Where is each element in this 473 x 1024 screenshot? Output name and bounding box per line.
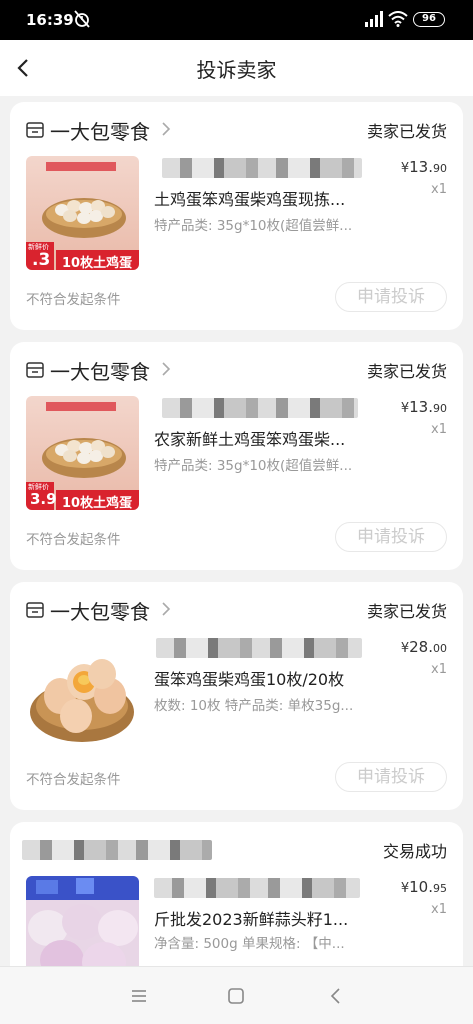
redacted-text	[156, 638, 362, 658]
complaint-condition: 不符合发起条件	[26, 292, 121, 308]
product-price: ¥13.90	[400, 158, 447, 176]
complaint-condition: 不符合发起条件	[26, 772, 121, 788]
order-status: 交易成功	[382, 842, 447, 861]
wifi-icon	[388, 11, 408, 27]
thumb-price: .3	[32, 250, 51, 270]
chevron-right-icon[interactable]	[160, 600, 172, 618]
order-card[interactable]: 一大包零食 卖家已发货 新鲜价 3.9 10枚土鸡蛋 农家新鲜土鸡蛋笨鸡蛋柴..…	[10, 342, 463, 570]
product-thumbnail[interactable]: 新鲜价 3.9 10枚土鸡蛋	[26, 396, 139, 510]
status-time: 16:39	[26, 11, 74, 29]
product-name[interactable]: 蛋笨鸡蛋柴鸡蛋10枚/20枚	[154, 666, 344, 690]
redacted-text	[162, 398, 358, 418]
product-spec: 特产品类: 35g*10枚(超值尝鲜...	[154, 218, 353, 234]
garlic-image	[26, 876, 139, 966]
product-price: ¥13.90	[400, 398, 447, 416]
order-card[interactable]: 交易成功 斤批发2023新鲜蒜头籽1... 净含量: 500g 单果规格: 【中…	[10, 822, 463, 966]
shop-name[interactable]: 一大包零食	[50, 596, 150, 625]
product-thumbnail[interactable]	[26, 636, 139, 750]
system-nav-bar	[0, 966, 473, 1024]
shop-name[interactable]: 一大包零食	[50, 116, 150, 145]
product-thumbnail[interactable]: 新鲜价 .3 10枚土鸡蛋	[26, 156, 139, 270]
thumb-badge: 10枚土鸡蛋	[62, 256, 133, 270]
redacted-text	[162, 158, 362, 178]
home-square-icon[interactable]	[227, 987, 245, 1005]
thumb-badge: 10枚土鸡蛋	[62, 496, 133, 510]
product-price: ¥28.00	[400, 638, 447, 656]
product-spec: 特产品类: 35g*10枚(超值尝鲜...	[154, 458, 353, 474]
chevron-right-icon[interactable]	[160, 120, 172, 138]
order-status: 卖家已发货	[366, 362, 447, 381]
redacted-shop-name	[22, 840, 212, 860]
order-card[interactable]: 一大包零食 卖家已发货 蛋笨鸡蛋柴鸡蛋10枚/20枚 枚数: 10枚 特产品类:…	[10, 582, 463, 810]
redacted-text	[154, 878, 360, 898]
product-spec: 枚数: 10枚 特产品类: 单枚35g...	[154, 698, 354, 714]
battery-indicator: 96	[413, 12, 445, 27]
signal-icon	[365, 11, 383, 27]
page-title: 投诉卖家	[196, 58, 277, 82]
chevron-right-icon[interactable]	[160, 360, 172, 378]
product-thumbnail[interactable]	[26, 876, 139, 966]
product-spec: 净含量: 500g 单果规格: 【中...	[154, 936, 345, 952]
store-icon	[26, 362, 44, 378]
alarm-off-icon	[74, 10, 90, 28]
thumb-price: 3.9	[30, 490, 57, 508]
product-name[interactable]: 土鸡蛋笨鸡蛋柴鸡蛋现拣...	[154, 186, 345, 210]
product-quantity: x1	[431, 902, 447, 917]
shop-name[interactable]: 一大包零食	[50, 356, 150, 385]
complaint-condition: 不符合发起条件	[26, 532, 121, 548]
product-quantity: x1	[431, 182, 447, 197]
store-icon	[26, 122, 44, 138]
page-header: 投诉卖家	[0, 40, 473, 96]
apply-complaint-button[interactable]: 申请投诉	[335, 522, 447, 552]
product-quantity: x1	[431, 662, 447, 677]
store-icon	[26, 602, 44, 618]
status-bar: 16:39 96	[0, 0, 473, 40]
product-price: ¥10.95	[400, 878, 447, 896]
order-status: 卖家已发货	[366, 122, 447, 141]
eggs-in-basket-image	[30, 659, 134, 742]
order-list[interactable]: 一大包零食 卖家已发货 新鲜价 .3 10枚土鸡蛋 土鸡蛋笨鸡蛋柴鸡蛋现拣...…	[0, 96, 473, 966]
product-name[interactable]: 斤批发2023新鲜蒜头籽1...	[154, 906, 348, 930]
product-quantity: x1	[431, 422, 447, 437]
order-card[interactable]: 一大包零食 卖家已发货 新鲜价 .3 10枚土鸡蛋 土鸡蛋笨鸡蛋柴鸡蛋现拣...…	[10, 102, 463, 330]
order-status: 卖家已发货	[366, 602, 447, 621]
apply-complaint-button[interactable]: 申请投诉	[335, 762, 447, 792]
menu-icon[interactable]	[130, 987, 148, 1005]
back-triangle-icon[interactable]	[327, 987, 345, 1005]
product-name[interactable]: 农家新鲜土鸡蛋笨鸡蛋柴...	[154, 426, 345, 450]
apply-complaint-button[interactable]: 申请投诉	[335, 282, 447, 312]
